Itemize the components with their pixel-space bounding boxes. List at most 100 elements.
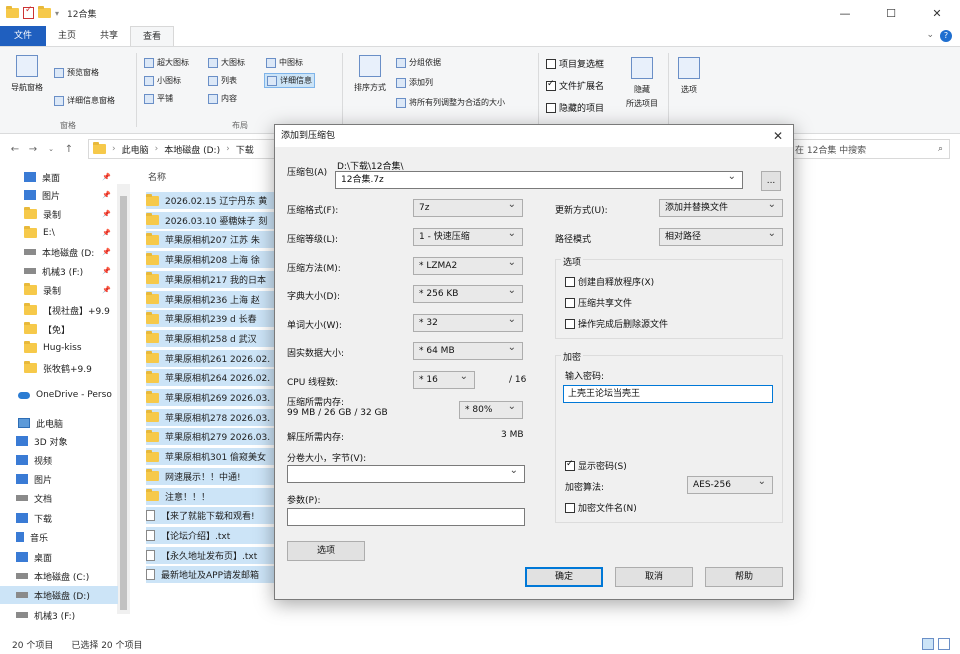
file-row[interactable]: 【来了就能下载和观看!: [146, 507, 285, 525]
nav-pane-button[interactable]: 导航窗格: [6, 55, 48, 93]
sidebar-item[interactable]: 本地磁盘 (D:): [0, 586, 118, 604]
format-select[interactable]: 7z: [413, 199, 523, 217]
collapse-ribbon-icon[interactable]: ⌄: [926, 30, 934, 40]
file-row[interactable]: 最新地址及APP请发邮箱: [146, 566, 285, 584]
folder-icon[interactable]: [6, 6, 19, 18]
sidebar-item[interactable]: 录制 📌: [24, 281, 111, 299]
sidebar-item[interactable]: 3D 对象: [16, 432, 68, 450]
layout-medium[interactable]: 中图标: [266, 57, 303, 68]
threads-select[interactable]: * 16: [413, 371, 475, 389]
maximize-button[interactable]: ☐: [868, 0, 914, 26]
details-view-icon[interactable]: [922, 638, 934, 650]
tab-file[interactable]: 文件: [0, 26, 46, 46]
file-row[interactable]: 苹果原相机236 上海 赵: [146, 290, 285, 308]
file-row[interactable]: 苹果原相机278 2026.03.: [146, 408, 285, 426]
delete-after-checkbox[interactable]: 操作完成后删除源文件: [565, 317, 668, 330]
update-select[interactable]: 添加并替换文件: [659, 199, 783, 217]
sidebar-item[interactable]: E:\ 📌: [24, 224, 111, 242]
layout-tiles[interactable]: 平铺: [144, 93, 173, 104]
layout-content[interactable]: 内容: [208, 93, 237, 104]
layout-extra-large[interactable]: 超大图标: [144, 57, 189, 68]
back-icon[interactable]: ←: [6, 144, 24, 155]
solid-select[interactable]: * 64 MB: [413, 342, 523, 360]
password-input[interactable]: 上壳王论坛当壳王: [563, 385, 773, 403]
breadcrumb-item[interactable]: 下载: [236, 143, 254, 156]
method-select[interactable]: * LZMA2: [413, 257, 523, 275]
new-folder-icon[interactable]: [38, 6, 51, 18]
hidden-items-toggle[interactable]: 隐藏的项目: [546, 101, 604, 114]
item-checkbox-toggle[interactable]: 项目复选框: [546, 57, 604, 70]
details-pane-button[interactable]: 详细信息窗格: [54, 95, 115, 106]
sidebar-item[interactable]: 机械3 (F:): [16, 606, 75, 624]
minimize-button[interactable]: —: [822, 0, 868, 26]
sfx-checkbox[interactable]: 创建自释放程序(X): [565, 275, 654, 288]
checkbox[interactable]: [546, 79, 556, 91]
file-row[interactable]: 苹果原相机269 2026.03.: [146, 389, 285, 406]
file-row[interactable]: 苹果原相机261 2026.02.: [146, 349, 285, 367]
sidebar-item[interactable]: 【视社盘】+9.9: [24, 301, 110, 319]
sidebar-scrollbar[interactable]: [117, 184, 130, 614]
fit-columns-button[interactable]: 将所有列调整为合适的大小: [396, 97, 505, 108]
checkbox[interactable]: [565, 318, 575, 329]
file-ext-toggle[interactable]: 文件扩展名: [546, 79, 604, 92]
file-row[interactable]: 苹果原相机207 江苏 朱: [146, 231, 285, 249]
sidebar-item[interactable]: 本地磁盘 (D: 📌: [24, 243, 111, 261]
checkbox[interactable]: [565, 459, 575, 471]
sidebar-item[interactable]: 下载: [16, 509, 52, 527]
memory-select[interactable]: * 80%: [459, 401, 523, 419]
sidebar-item[interactable]: 机械3 (F:) 📌: [24, 262, 111, 280]
dict-select[interactable]: * 256 KB: [413, 285, 523, 303]
sidebar-item[interactable]: 录制 📌: [24, 205, 111, 223]
checkbox[interactable]: [546, 102, 556, 113]
checkbox[interactable]: [565, 276, 575, 287]
options-button[interactable]: 选项: [287, 541, 365, 561]
layout-list[interactable]: 列表: [208, 75, 237, 86]
encrypt-names-checkbox[interactable]: 加密文件名(N): [565, 501, 637, 514]
file-row[interactable]: 【永久地址发布页】.txt: [146, 546, 285, 564]
up-icon[interactable]: ↑: [60, 144, 78, 155]
group-by-button[interactable]: 分组依据: [396, 57, 441, 68]
help-icon[interactable]: ?: [940, 30, 952, 42]
sidebar-item[interactable]: OneDrive - Perso: [18, 386, 112, 404]
file-row[interactable]: 注意！！！: [146, 487, 285, 505]
file-row[interactable]: 苹果原相机301 偷窥美女: [146, 448, 285, 466]
hide-selected-button[interactable]: 隐藏 所选项目: [620, 57, 664, 109]
tab-view[interactable]: 查看: [130, 26, 175, 46]
sidebar-item[interactable]: 张牧鹤+9.9: [24, 359, 92, 377]
tab-home[interactable]: 主页: [46, 26, 88, 46]
large-icons-view-icon[interactable]: [938, 638, 950, 650]
file-row[interactable]: 2026.02.15 辽宁丹东 黄: [146, 192, 285, 209]
file-row[interactable]: 苹果原相机264 2026.02.: [146, 369, 285, 387]
file-row[interactable]: 苹果原相机208 上海 徐: [146, 251, 285, 269]
layout-details[interactable]: 详细信息: [264, 73, 315, 88]
sidebar-item[interactable]: 图片: [16, 470, 52, 488]
show-password-checkbox[interactable]: 显示密码(S): [565, 459, 627, 472]
preview-pane-button[interactable]: 预览窗格: [54, 67, 99, 78]
shared-checkbox[interactable]: 压缩共享文件: [565, 296, 632, 309]
sidebar-item[interactable]: 音乐: [16, 528, 48, 546]
scrollbar-thumb[interactable]: [120, 196, 127, 610]
column-header-name[interactable]: 名称: [148, 170, 166, 183]
tab-share[interactable]: 共享: [88, 26, 130, 46]
forward-icon[interactable]: →: [24, 144, 42, 155]
sidebar-item[interactable]: 【免】: [24, 320, 70, 338]
level-select[interactable]: 1 - 快速压缩: [413, 228, 523, 246]
file-row[interactable]: 苹果原相机239 d 长春: [146, 310, 285, 328]
archive-name-field[interactable]: 12合集.7z: [335, 171, 743, 189]
cancel-button[interactable]: 取消: [615, 567, 693, 587]
browse-button[interactable]: ...: [761, 171, 781, 191]
checkbox[interactable]: [565, 297, 575, 308]
split-select[interactable]: [287, 465, 525, 483]
sort-by-button[interactable]: 排序方式: [350, 55, 390, 93]
sidebar-item[interactable]: 图片 📌: [24, 186, 111, 204]
search-box[interactable]: 在 12合集 中搜索 ⌕: [790, 139, 950, 159]
sidebar-item[interactable]: 此电脑: [18, 414, 63, 432]
file-row[interactable]: 网速展示！！中通!: [146, 467, 285, 485]
sidebar-item[interactable]: 桌面: [16, 548, 52, 566]
sidebar-item[interactable]: 桌面 📌: [24, 168, 111, 186]
ok-button[interactable]: 确定: [525, 567, 603, 587]
breadcrumb-item[interactable]: 本地磁盘 (D:): [164, 143, 220, 156]
properties-icon[interactable]: [23, 5, 34, 19]
encryption-method-select[interactable]: AES-256: [687, 476, 773, 494]
search-icon[interactable]: ⌕: [938, 144, 943, 154]
